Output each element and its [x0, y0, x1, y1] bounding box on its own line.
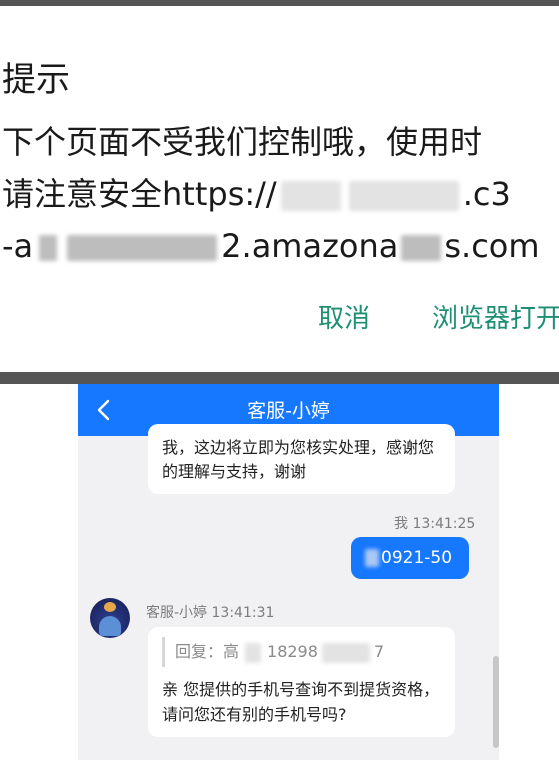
agent-message-bubble: 我，这边将立即为您核实处理，感谢您的理解与支持，谢谢 [148, 424, 455, 494]
message-text: 亲 您提供的手机号查询不到提货资格，请问您还有别的手机号吗? [162, 680, 440, 724]
redacted-block [321, 642, 370, 663]
message-text: 0921-50 [381, 548, 453, 568]
redacted-block [365, 549, 379, 567]
avatar-detail [99, 616, 121, 636]
message-text: 我，这边将立即为您核实处理，感谢您的理解与支持，谢谢 [162, 438, 435, 481]
open-in-browser-button[interactable]: 浏览器打开 [432, 298, 559, 335]
chat-screen: 客服-小婷 我，这边将立即为您核实处理，感谢您的理解与支持，谢谢 我 13:41… [78, 384, 499, 760]
redacted-block [245, 642, 262, 663]
redacted-block [401, 235, 442, 261]
redacted-block [280, 181, 341, 211]
url-tail: .c3 [462, 175, 511, 213]
agent-reply-bubble: 回复：高 18298 7 亲 您提供的手机号查询不到提货资格，请问您还有别的手机号吗… [148, 627, 455, 737]
my-message-bubble: 0921-50 [351, 537, 469, 579]
redacted-block [348, 181, 459, 211]
dialog-message-line1: 下个页面不受我们控制哦，使用时 [2, 123, 483, 161]
quote-prefix: 回复：高 [175, 642, 240, 661]
avatar-detail [104, 602, 116, 612]
my-message-meta: 我 13:41:25 [394, 516, 476, 532]
chat-scrollbar[interactable] [493, 656, 499, 748]
quoted-reply: 回复：高 18298 7 [162, 637, 441, 667]
alert-dialog: 提示 下个页面不受我们控制哦，使用时 请注意安全https:// .c3 -a 2.… [0, 6, 559, 372]
dialog-message: 下个页面不受我们控制哦，使用时 请注意安全https:// .c3 -a 2.ama… [2, 116, 540, 272]
cancel-button[interactable]: 取消 [318, 298, 370, 335]
screenshot-separator [0, 372, 559, 384]
agent-avatar[interactable] [90, 598, 130, 638]
redacted-block [67, 235, 218, 261]
url-line3-tail: s.com [444, 227, 540, 265]
agent-message-meta: 客服-小婷 13:41:31 [146, 605, 275, 621]
dialog-message-line3: -a 2.amazona s.com [2, 220, 540, 272]
dialog-title: 提示 [2, 60, 70, 100]
dialog-message-line2: 请注意安全https:// .c3 [2, 168, 540, 220]
url-line3-prefix: -a [2, 227, 34, 265]
quote-tail: 7 [373, 642, 385, 661]
url-line3-mid: 2.amazona [221, 227, 399, 265]
url-prefix: 请注意安全https:// [2, 175, 277, 213]
quote-number: 18298 [267, 642, 318, 661]
redacted-block [39, 235, 58, 261]
chat-title: 客服-小婷 [247, 400, 330, 422]
